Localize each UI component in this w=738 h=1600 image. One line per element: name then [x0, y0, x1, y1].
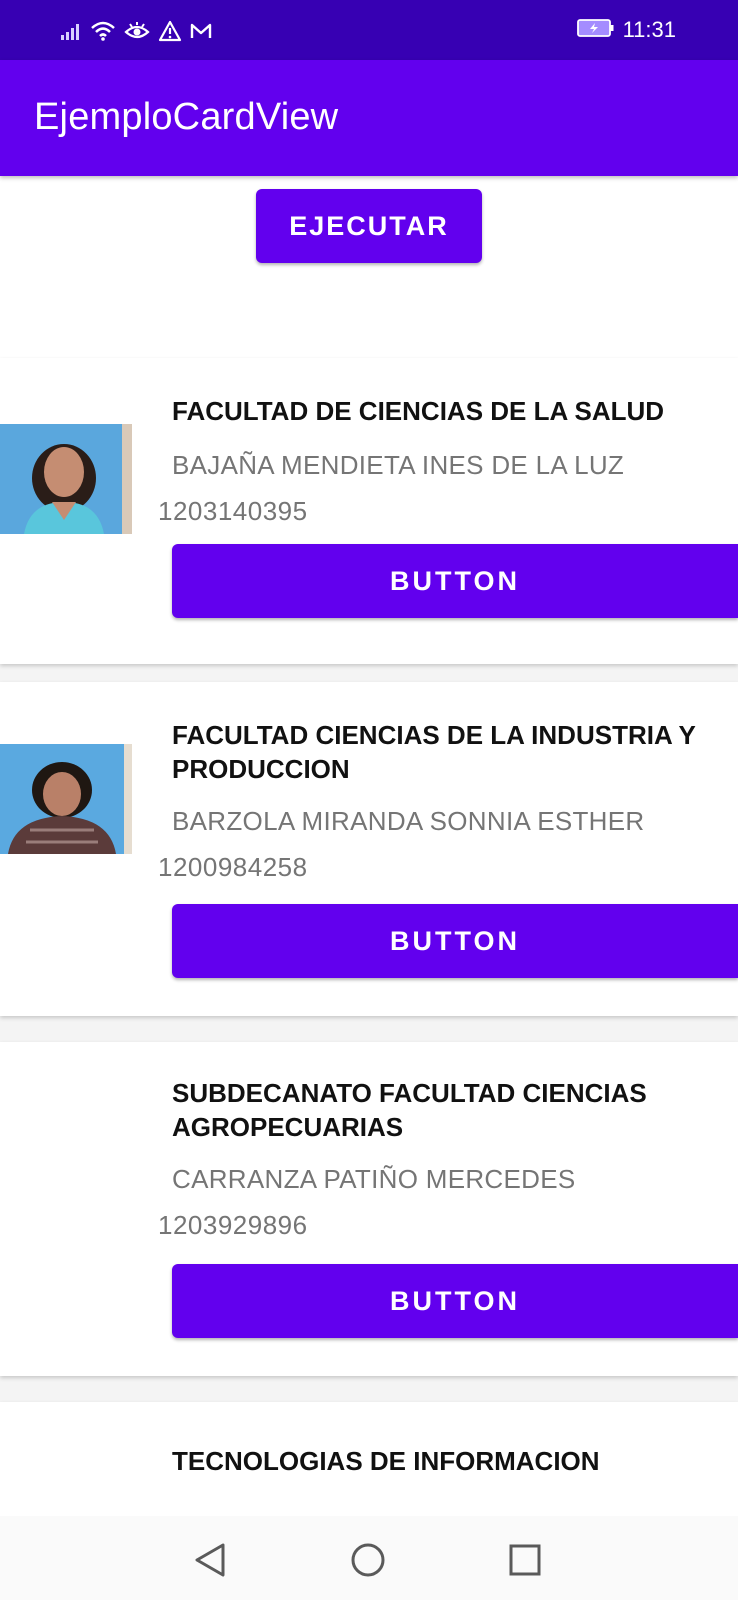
faculty-title: SUBDECANATO FACULTAD CIENCIAS AGROPECUAR…	[172, 1078, 647, 1142]
status-time: 11:31	[622, 17, 676, 42]
card-partial-bottom: TECNOLOGIAS DE INFORMACION	[0, 1402, 738, 1516]
status-bar: 11:31	[0, 0, 738, 60]
profile-photo	[0, 744, 132, 854]
status-icons-left	[60, 18, 212, 44]
card-button[interactable]: BUTTON	[172, 544, 738, 618]
card: FACULTAD CIENCIAS DE LA INDUSTRIA Y PROD…	[0, 682, 738, 1016]
eye-icon	[124, 20, 150, 42]
person-name: CARRANZA PATIÑO MERCEDES	[172, 1164, 576, 1194]
profile-photo	[0, 424, 132, 534]
faculty-title: TECNOLOGIAS DE INFORMACION	[172, 1446, 600, 1476]
card: SUBDECANATO FACULTAD CIENCIAS AGROPECUAR…	[0, 1042, 738, 1376]
person-name: BARZOLA MIRANDA SONNIA ESTHER	[172, 806, 645, 836]
navigation-bar	[0, 1516, 738, 1600]
card-button[interactable]: BUTTON	[172, 1264, 738, 1338]
mail-icon	[190, 22, 212, 40]
person-name: BAJAÑA MENDIETA INES DE LA LUZ	[172, 450, 625, 480]
battery-charging-icon	[576, 18, 615, 43]
wifi-icon	[90, 20, 116, 42]
card: FACULTAD DE CIENCIAS DE LA SALUD BAJAÑA …	[0, 358, 738, 664]
status-icons-right: 11:31	[576, 16, 676, 44]
recents-icon[interactable]	[503, 1538, 547, 1582]
warning-icon	[158, 20, 182, 42]
app-bar: EjemploCardView	[0, 60, 738, 176]
execute-button[interactable]: EJECUTAR	[256, 189, 482, 263]
faculty-title: FACULTAD DE CIENCIAS DE LA SALUD	[172, 396, 665, 426]
signal-icon	[60, 21, 82, 41]
id-number: 1203929896	[158, 1210, 308, 1240]
id-number: 1203140395	[158, 496, 308, 526]
faculty-title: FACULTAD CIENCIAS DE LA INDUSTRIA Y PROD…	[172, 720, 696, 784]
home-icon[interactable]	[346, 1538, 390, 1582]
card-list[interactable]: FACULTAD DE CIENCIAS DE LA SALUD BAJAÑA …	[0, 176, 738, 1516]
back-icon[interactable]	[188, 1538, 232, 1582]
card-button[interactable]: BUTTON	[172, 904, 738, 978]
id-number: 1200984258	[158, 852, 308, 882]
app-title: EjemploCardView	[34, 96, 339, 138]
